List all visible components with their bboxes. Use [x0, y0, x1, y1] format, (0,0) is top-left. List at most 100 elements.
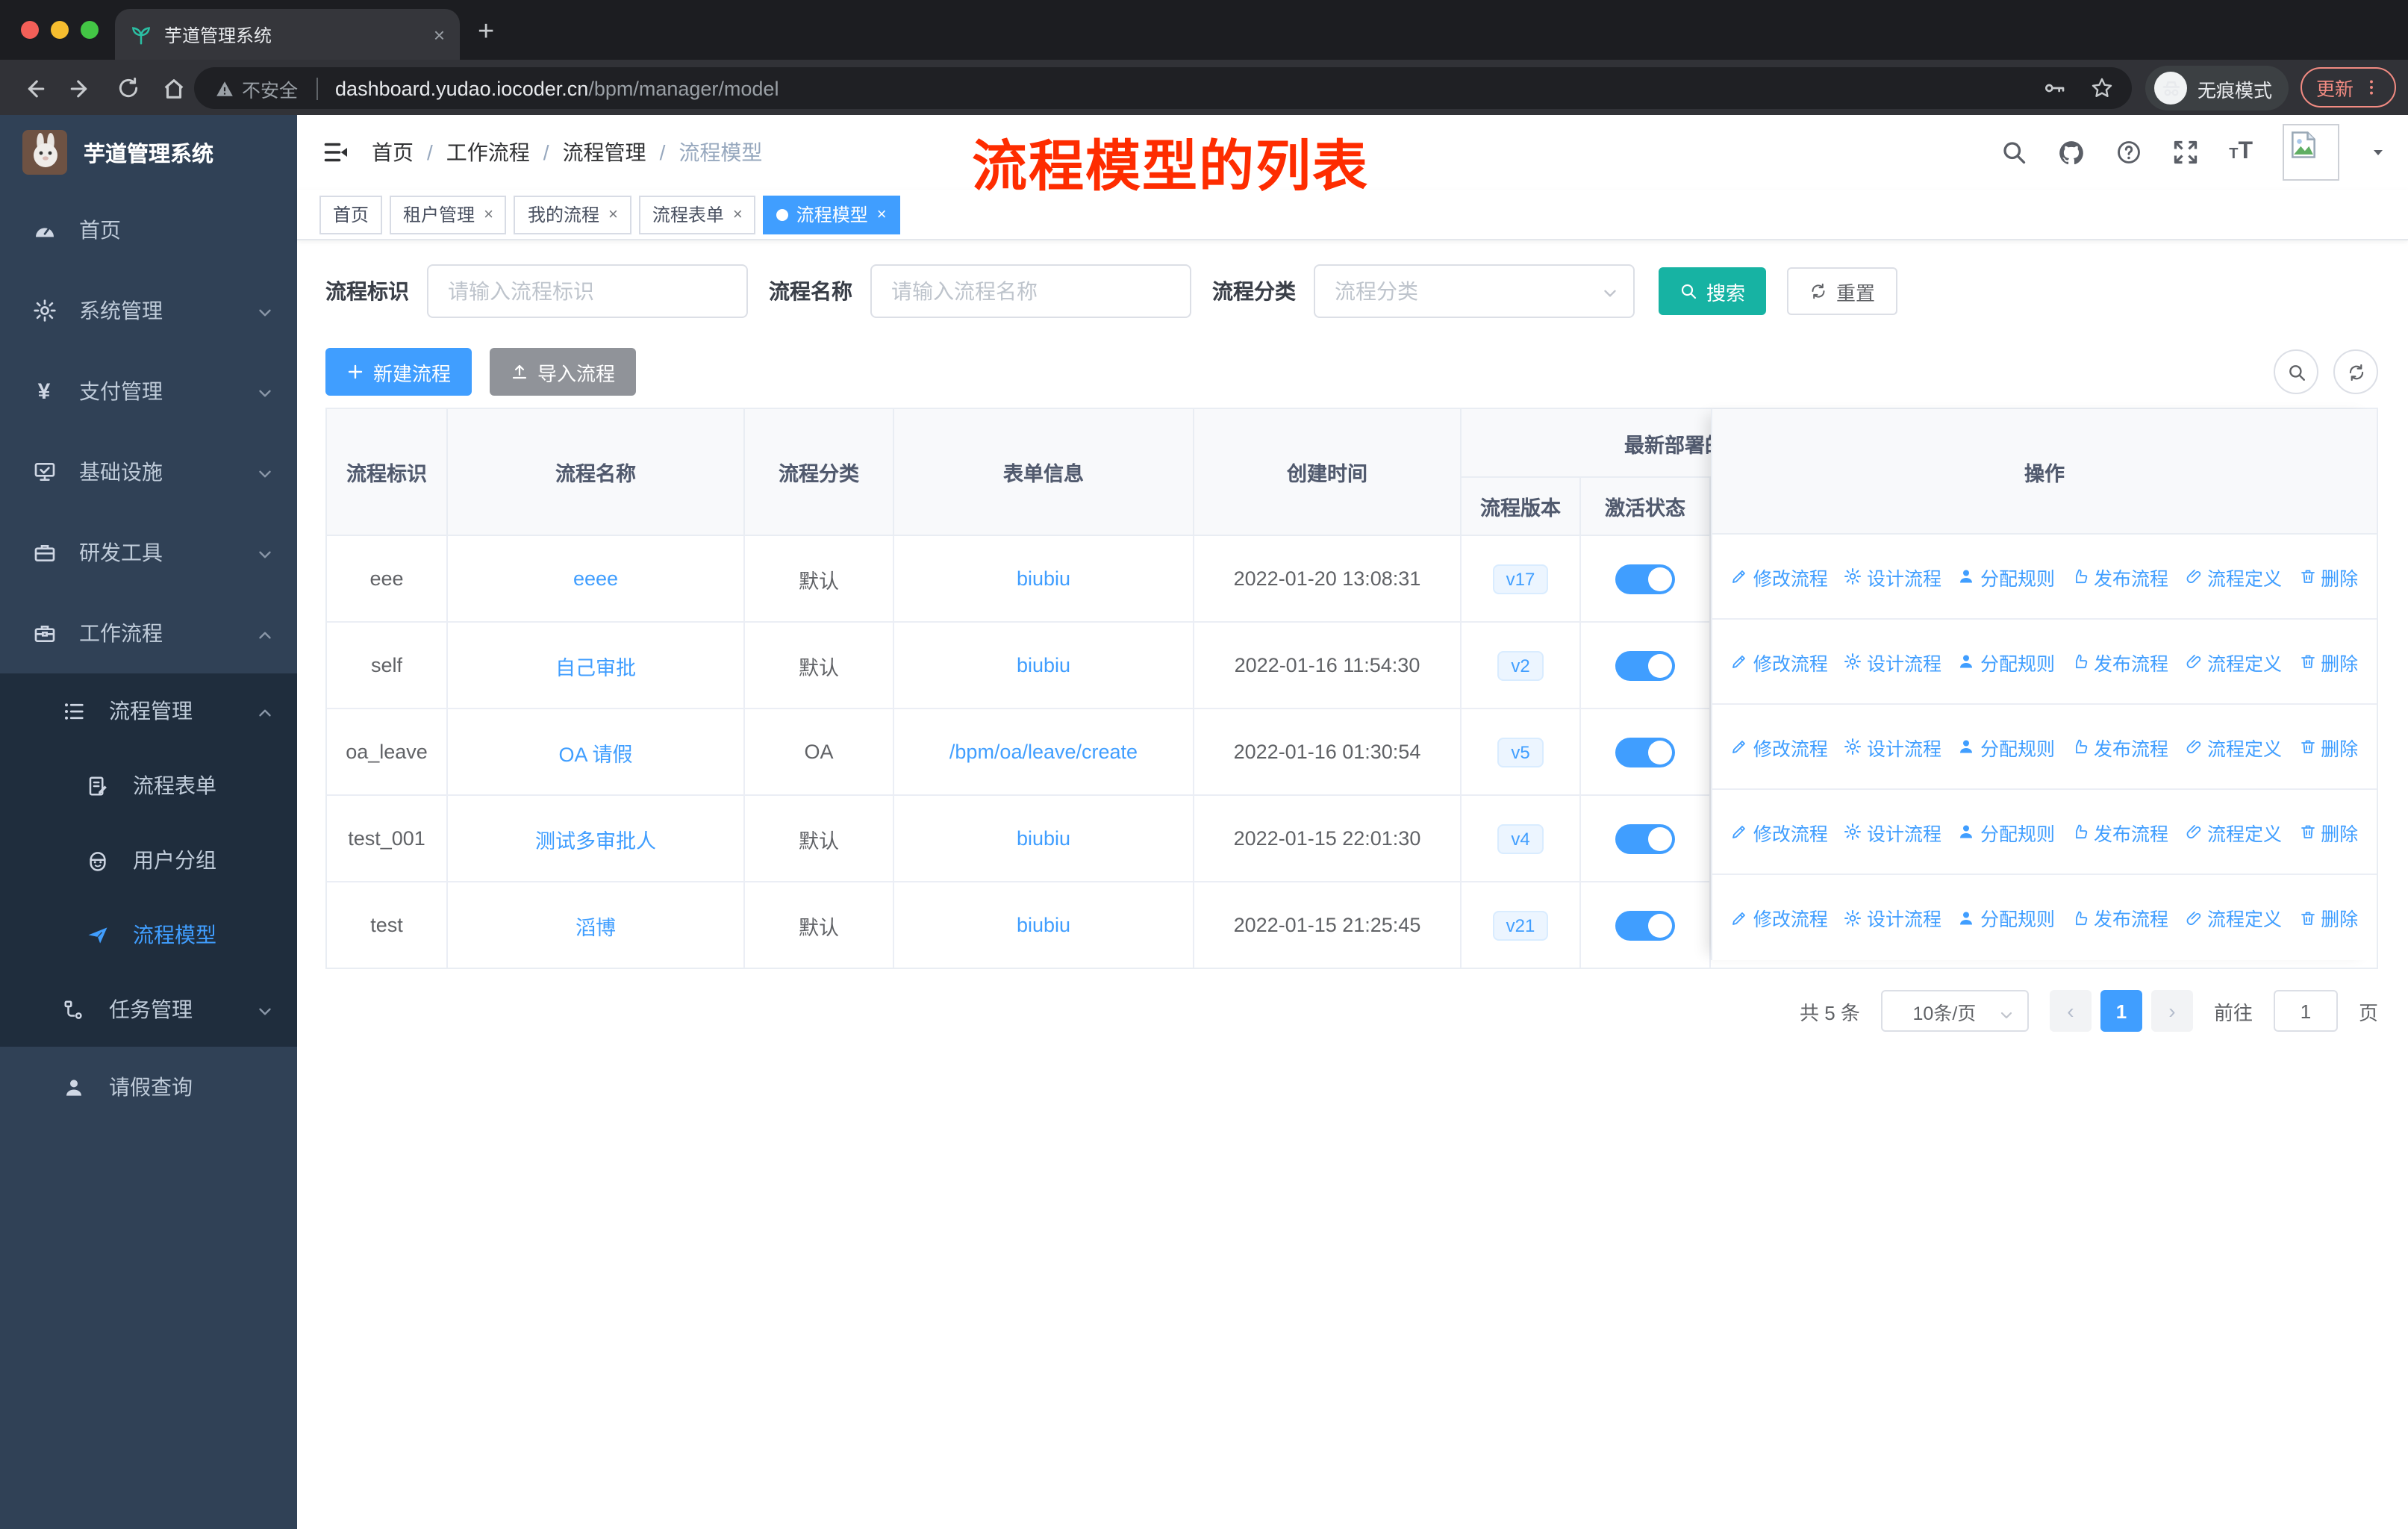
browser-tab[interactable]: 芋道管理系统 ×	[115, 9, 460, 60]
goto-page-input[interactable]	[2273, 990, 2338, 1032]
publish-process-link[interactable]: 发布流程	[2071, 903, 2168, 932]
sidebar-item-infra[interactable]: 基础设施	[0, 432, 297, 512]
breadcrumb-process-mgmt[interactable]: 流程管理	[563, 137, 646, 167]
process-name-link[interactable]: 测试多审批人	[535, 823, 656, 853]
tab-close-icon[interactable]: ×	[434, 23, 445, 46]
page-1-button[interactable]: 1	[2100, 990, 2142, 1032]
assign-rule-link[interactable]: 分配规则	[1958, 562, 2055, 591]
process-name-link[interactable]: eeee	[573, 567, 618, 590]
assign-rule-link[interactable]: 分配规则	[1958, 647, 2055, 676]
process-name-link[interactable]: 自己审批	[555, 650, 636, 680]
sidebar-item-user-group[interactable]: 用户分组	[0, 823, 297, 897]
delete-link[interactable]: 删除	[2298, 818, 2358, 846]
prev-page-button[interactable]: ‹	[2049, 990, 2092, 1032]
reload-icon[interactable]	[110, 70, 146, 106]
process-definition-link[interactable]: 流程定义	[2185, 647, 2282, 676]
new-tab-button[interactable]: +	[478, 12, 494, 54]
breadcrumb-home[interactable]: 首页	[372, 137, 414, 167]
sidebar-item-devtools[interactable]: 研发工具	[0, 512, 297, 593]
modify-process-link[interactable]: 修改流程	[1731, 647, 1828, 676]
sidebar-item-task-mgmt[interactable]: 任务管理	[0, 972, 297, 1047]
font-size-icon[interactable]: TT	[2229, 139, 2253, 166]
delete-link[interactable]: 删除	[2298, 903, 2358, 932]
sidebar-item-process-form[interactable]: 流程表单	[0, 748, 297, 823]
modify-process-link[interactable]: 修改流程	[1731, 562, 1828, 591]
modify-process-link[interactable]: 修改流程	[1731, 732, 1828, 761]
breadcrumb-workflow[interactable]: 工作流程	[446, 137, 530, 167]
active-toggle[interactable]	[1615, 910, 1675, 940]
minimize-window-button[interactable]	[51, 21, 69, 39]
tag-process-form[interactable]: 流程表单 ×	[638, 195, 756, 234]
form-info-link[interactable]: biubiu	[1017, 827, 1070, 850]
import-process-button[interactable]: 导入流程	[490, 348, 637, 396]
sidebar-item-leave-query[interactable]: 请假查询	[0, 1047, 297, 1127]
active-toggle[interactable]	[1615, 564, 1675, 594]
delete-link[interactable]: 删除	[2298, 732, 2358, 761]
modify-process-link[interactable]: 修改流程	[1731, 903, 1828, 932]
home-icon[interactable]	[155, 70, 191, 106]
browser-menu-dots-icon[interactable]	[2361, 78, 2380, 97]
process-id-input[interactable]	[427, 264, 748, 318]
design-process-link[interactable]: 设计流程	[1844, 903, 1941, 932]
active-toggle[interactable]	[1615, 823, 1675, 853]
process-definition-link[interactable]: 流程定义	[2185, 562, 2282, 591]
process-name-link[interactable]: OA 请假	[558, 737, 632, 767]
tag-tenant[interactable]: 租户管理 ×	[390, 195, 507, 234]
close-icon[interactable]: ×	[877, 205, 887, 223]
zoom-window-button[interactable]	[81, 21, 99, 39]
refresh-table-button[interactable]	[2333, 349, 2378, 394]
tag-home[interactable]: 首页	[319, 195, 383, 234]
delete-link[interactable]: 删除	[2298, 647, 2358, 676]
publish-process-link[interactable]: 发布流程	[2071, 647, 2168, 676]
form-info-link[interactable]: biubiu	[1017, 914, 1070, 936]
search-icon[interactable]	[2000, 139, 2027, 166]
help-icon[interactable]	[2115, 139, 2142, 166]
design-process-link[interactable]: 设计流程	[1844, 818, 1941, 846]
design-process-link[interactable]: 设计流程	[1844, 732, 1941, 761]
publish-process-link[interactable]: 发布流程	[2071, 562, 2168, 591]
design-process-link[interactable]: 设计流程	[1844, 562, 1941, 591]
search-button[interactable]: 搜索	[1659, 267, 1767, 315]
publish-process-link[interactable]: 发布流程	[2071, 818, 2168, 846]
sidebar-item-system[interactable]: 系统管理	[0, 270, 297, 351]
publish-process-link[interactable]: 发布流程	[2071, 732, 2168, 761]
tag-my-process[interactable]: 我的流程 ×	[514, 195, 631, 234]
active-toggle[interactable]	[1615, 737, 1675, 767]
assign-rule-link[interactable]: 分配规则	[1958, 818, 2055, 846]
sidebar-item-home[interactable]: 首页	[0, 190, 297, 270]
reset-button[interactable]: 重置	[1787, 267, 1898, 315]
design-process-link[interactable]: 设计流程	[1844, 647, 1941, 676]
toggle-search-button[interactable]	[2274, 349, 2318, 394]
form-info-link[interactable]: biubiu	[1017, 654, 1070, 676]
process-definition-link[interactable]: 流程定义	[2185, 903, 2282, 932]
tag-process-model[interactable]: 流程模型 ×	[763, 195, 900, 234]
modify-process-link[interactable]: 修改流程	[1731, 818, 1828, 846]
close-icon[interactable]: ×	[484, 205, 493, 223]
close-icon[interactable]: ×	[733, 205, 743, 223]
back-icon[interactable]	[15, 70, 51, 106]
active-toggle[interactable]	[1615, 650, 1675, 680]
caret-down-icon[interactable]	[2369, 139, 2387, 166]
fullscreen-icon[interactable]	[2172, 139, 2199, 166]
sidebar-item-workflow[interactable]: 工作流程	[0, 593, 297, 673]
process-definition-link[interactable]: 流程定义	[2185, 732, 2282, 761]
assign-rule-link[interactable]: 分配规则	[1958, 903, 2055, 932]
hamburger-icon[interactable]	[322, 139, 349, 166]
process-category-select[interactable]	[1314, 264, 1635, 318]
process-name-link[interactable]: 滔博	[576, 910, 616, 940]
form-info-link[interactable]: biubiu	[1017, 567, 1070, 590]
sidebar-item-process-mgmt[interactable]: 流程管理	[0, 673, 297, 748]
user-avatar[interactable]	[2283, 124, 2339, 181]
assign-rule-link[interactable]: 分配规则	[1958, 732, 2055, 761]
process-name-input[interactable]	[870, 264, 1191, 318]
form-info-link[interactable]: /bpm/oa/leave/create	[949, 741, 1138, 763]
sidebar-item-process-model[interactable]: 流程模型	[0, 897, 297, 972]
sidebar-item-payment[interactable]: ¥ 支付管理	[0, 351, 297, 432]
delete-link[interactable]: 删除	[2298, 562, 2358, 591]
page-size-select[interactable]: 10条/页	[1880, 990, 2029, 1032]
next-page-button[interactable]: ›	[2150, 990, 2193, 1032]
process-definition-link[interactable]: 流程定义	[2185, 818, 2282, 846]
app-logo[interactable]: 芋道管理系统	[0, 115, 297, 190]
close-window-button[interactable]	[21, 21, 39, 39]
security-warning[interactable]: 不安全	[215, 74, 298, 102]
